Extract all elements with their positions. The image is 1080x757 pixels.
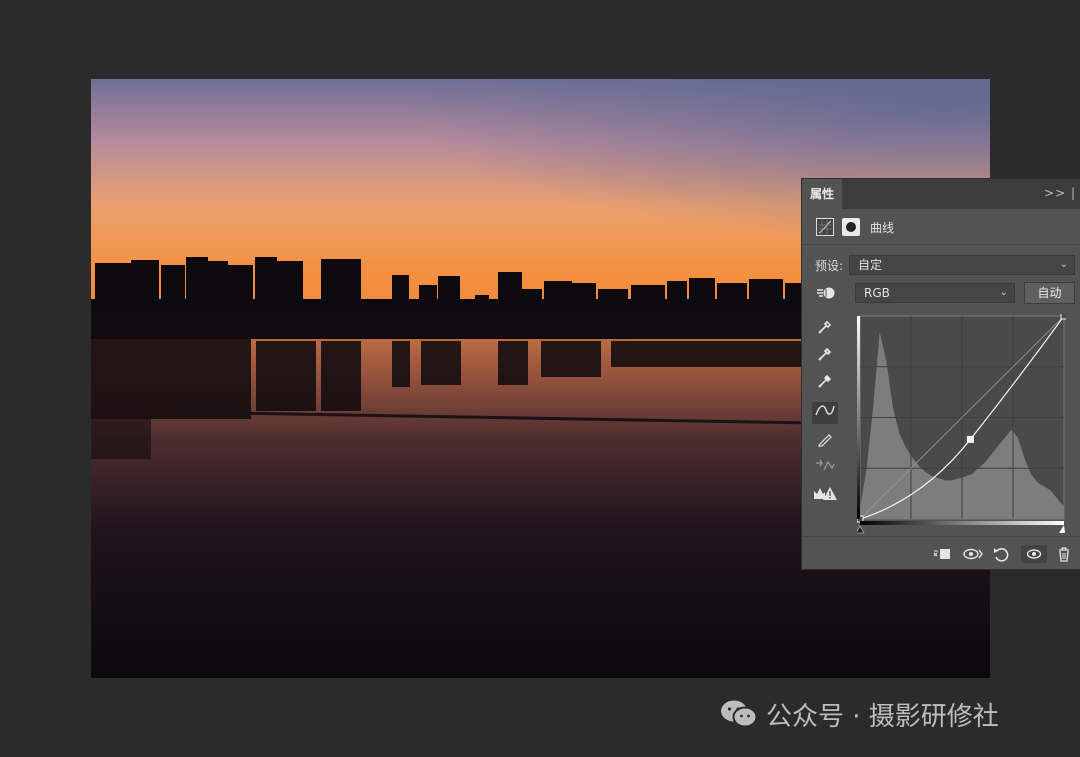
pencil-icon[interactable]	[812, 430, 838, 452]
mask-icon[interactable]	[842, 218, 860, 236]
double-chevron-right-icon[interactable]: >> |	[1044, 186, 1076, 200]
white-point-eyedropper-icon[interactable]	[812, 372, 838, 394]
gray-point-eyedropper-icon[interactable]	[812, 345, 838, 367]
white-point-slider[interactable]	[1059, 525, 1065, 533]
preset-value: 自定	[858, 258, 883, 272]
view-previous-state-icon[interactable]	[962, 545, 983, 563]
curves-icon[interactable]	[816, 218, 834, 236]
chevron-down-icon: ⌄	[1059, 259, 1068, 270]
watermark-text: 公众号 · 摄影研修社	[766, 701, 999, 732]
properties-panel: 属性 >> | 曲线 预设: 自定 ⌄ RGB ⌄ 自动	[801, 178, 1080, 570]
chevron-down-icon: ⌄	[999, 287, 1008, 298]
wechat-icon	[721, 700, 758, 728]
preset-label: 预设:	[815, 259, 844, 273]
eye-icon[interactable]	[1021, 545, 1047, 563]
curves-graph[interactable]	[857, 314, 1066, 536]
output-gradient-bar	[857, 316, 860, 519]
watermark: 公众号 · 摄影研修社	[720, 696, 999, 732]
tab-properties[interactable]: 属性	[802, 179, 842, 209]
black-point-eyedropper-icon[interactable]	[812, 318, 838, 340]
smooth-curve-icon[interactable]	[812, 457, 838, 479]
panel-bottom-bar	[802, 536, 1080, 571]
panel-tab-bar: 属性 >> |	[802, 179, 1080, 209]
clip-to-layer-icon[interactable]	[932, 545, 952, 563]
input-gradient-bar	[860, 521, 1064, 525]
curve-control-point[interactable]	[1060, 314, 1066, 320]
preset-select[interactable]: 自定 ⌄	[849, 255, 1075, 275]
adjustment-type-row: 曲线	[802, 209, 1080, 245]
clipping-warning-icon[interactable]	[812, 485, 838, 507]
targeted-adjustment-hand-icon[interactable]	[815, 285, 837, 301]
curve-control-point[interactable]	[966, 435, 974, 443]
black-point-slider[interactable]	[857, 525, 865, 534]
adjustment-type-label: 曲线	[870, 221, 895, 235]
reset-icon[interactable]	[991, 545, 1011, 563]
channel-select[interactable]: RGB ⌄	[855, 283, 1015, 303]
trash-icon[interactable]	[1054, 545, 1074, 563]
channel-value: RGB	[864, 286, 890, 300]
curve-point-tool-icon[interactable]	[812, 402, 838, 424]
auto-button[interactable]: 自动	[1024, 282, 1075, 304]
